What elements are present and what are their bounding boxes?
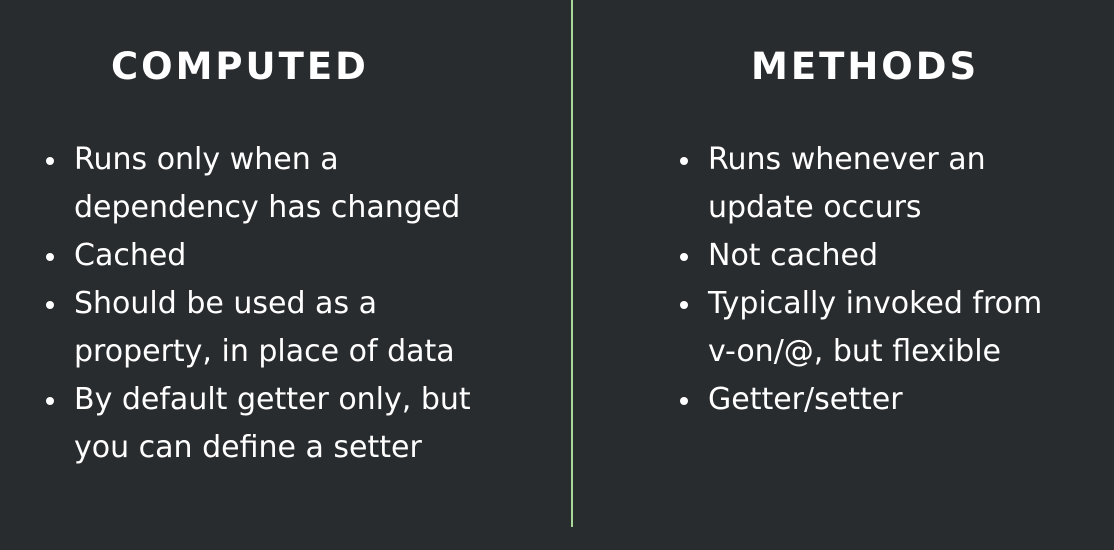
methods-heading: METHODS [751, 45, 980, 88]
list-item-line: Getter/setter [708, 382, 903, 417]
bullet-icon [680, 157, 688, 165]
list-item-line: Typically invoked from [708, 286, 1043, 321]
list-item: Cached [42, 232, 471, 280]
bullet-icon [680, 397, 688, 405]
computed-heading: COMPUTED [111, 45, 369, 88]
list-item-line: property, in place of data [74, 334, 455, 369]
list-item-line: By default getter only, but [74, 382, 471, 417]
bullet-icon [46, 397, 54, 405]
bullet-icon [680, 301, 688, 309]
bullet-icon [680, 253, 688, 261]
bullet-icon [46, 157, 54, 165]
list-item-line: Runs whenever an [708, 142, 986, 177]
list-item-line: dependency has changed [74, 190, 461, 225]
list-item: Should be used as a property, in place o… [42, 280, 471, 376]
bullet-icon [46, 301, 54, 309]
list-item-line: Cached [74, 238, 187, 273]
list-item-line: Not cached [708, 238, 878, 273]
list-item: By default getter only, but you can defi… [42, 376, 471, 472]
column-divider [571, 0, 573, 527]
list-item-line: update occurs [708, 190, 922, 225]
comparison-slide: COMPUTED Runs only when a dependency has… [0, 0, 1114, 550]
list-item-line: Runs only when a [74, 142, 339, 177]
list-item: Getter/setter [676, 376, 1042, 424]
list-item-line: you can define a setter [74, 430, 422, 465]
list-item-line: v-on/@, but flexible [708, 334, 1001, 369]
list-item: Runs only when a dependency has changed [42, 136, 471, 232]
bullet-icon [46, 253, 54, 261]
computed-list: Runs only when a dependency has changed … [42, 136, 471, 472]
methods-list: Runs whenever an update occurs Not cache… [676, 136, 1042, 424]
list-item: Runs whenever an update occurs [676, 136, 1042, 232]
list-item: Not cached [676, 232, 1042, 280]
list-item-line: Should be used as a [74, 286, 377, 321]
list-item: Typically invoked from v-on/@, but flexi… [676, 280, 1042, 376]
